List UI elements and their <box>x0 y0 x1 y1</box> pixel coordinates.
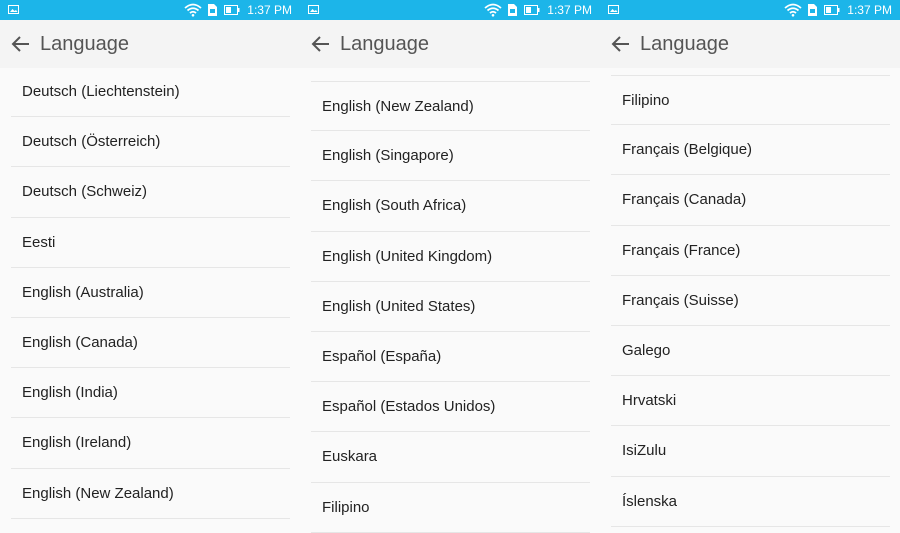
status-bar: 1:37 PM <box>300 0 600 20</box>
image-notification-icon <box>608 5 619 14</box>
language-item[interactable]: Eesti <box>11 218 290 268</box>
language-item[interactable]: English (New Zealand) <box>11 469 290 519</box>
language-item[interactable]: Français (Canada) <box>611 175 890 226</box>
language-item[interactable]: English (United States) <box>311 282 590 332</box>
status-time: 1:37 PM <box>847 3 892 17</box>
language-item[interactable]: English (New Zealand) <box>311 81 590 132</box>
sim-icon <box>508 4 518 16</box>
image-notification-icon <box>308 5 319 14</box>
language-list[interactable]: English (New Zealand) English (Singapore… <box>300 68 600 533</box>
language-item[interactable]: Deutsch (Schweiz) <box>11 167 290 218</box>
language-item[interactable]: English (Canada) <box>11 318 290 369</box>
wifi-icon <box>184 3 202 17</box>
language-list[interactable]: Deutsch (Liechtenstein) Deutsch (Österre… <box>0 68 300 533</box>
page-title: Language <box>40 33 129 55</box>
battery-icon <box>224 5 240 15</box>
back-button[interactable] <box>608 32 634 56</box>
arrow-back-icon <box>611 36 629 52</box>
language-item[interactable]: Français (Belgique) <box>611 125 890 176</box>
language-item[interactable]: Français (Suisse) <box>611 276 890 326</box>
app-bar: Language <box>0 20 300 68</box>
page-title: Language <box>340 33 429 55</box>
language-screen-1: 1:37 PM Language Deutsch (Liechtenstein)… <box>0 0 300 533</box>
language-item[interactable]: Euskara <box>311 432 590 483</box>
language-item[interactable]: Español (Estados Unidos) <box>311 382 590 433</box>
sim-icon <box>208 4 218 16</box>
language-list[interactable]: Filipino Français (Belgique) Français (C… <box>600 68 900 533</box>
language-item[interactable]: English (Singapore) <box>311 131 590 182</box>
wifi-icon <box>784 3 802 17</box>
back-button[interactable] <box>8 32 34 56</box>
app-bar: Language <box>600 20 900 68</box>
language-item[interactable]: English (Australia) <box>11 268 290 318</box>
language-item[interactable]: Deutsch (Liechtenstein) <box>11 68 290 118</box>
language-item[interactable]: English (United Kingdom) <box>311 232 590 282</box>
language-item[interactable]: English (South Africa) <box>311 181 590 232</box>
language-screen-3: 1:37 PM Language Filipino Français (Belg… <box>600 0 900 533</box>
status-time: 1:37 PM <box>547 3 592 17</box>
language-item[interactable]: Français (France) <box>611 226 890 276</box>
image-notification-icon <box>8 5 19 14</box>
status-bar: 1:37 PM <box>600 0 900 20</box>
language-item[interactable]: Íslenska <box>611 477 890 527</box>
language-item[interactable]: English (Ireland) <box>11 418 290 469</box>
status-bar: 1:37 PM <box>0 0 300 20</box>
language-item[interactable]: Español (España) <box>311 332 590 383</box>
page-title: Language <box>640 33 729 55</box>
battery-icon <box>824 5 840 15</box>
language-item[interactable]: Filipino <box>611 75 890 126</box>
back-button[interactable] <box>308 32 334 56</box>
language-screen-2: 1:37 PM Language English (New Zealand) E… <box>300 0 600 533</box>
arrow-back-icon <box>311 36 329 52</box>
language-item[interactable]: Filipino <box>311 483 590 533</box>
sim-icon <box>808 4 818 16</box>
status-time: 1:37 PM <box>247 3 292 17</box>
battery-icon <box>524 5 540 15</box>
app-bar: Language <box>300 20 600 68</box>
language-item[interactable]: IsiZulu <box>611 426 890 477</box>
arrow-back-icon <box>11 36 29 52</box>
language-item[interactable]: Galego <box>611 326 890 377</box>
language-item[interactable]: English (India) <box>11 368 290 419</box>
wifi-icon <box>484 3 502 17</box>
language-item[interactable]: Hrvatski <box>611 376 890 427</box>
language-item[interactable]: Deutsch (Österreich) <box>11 117 290 168</box>
